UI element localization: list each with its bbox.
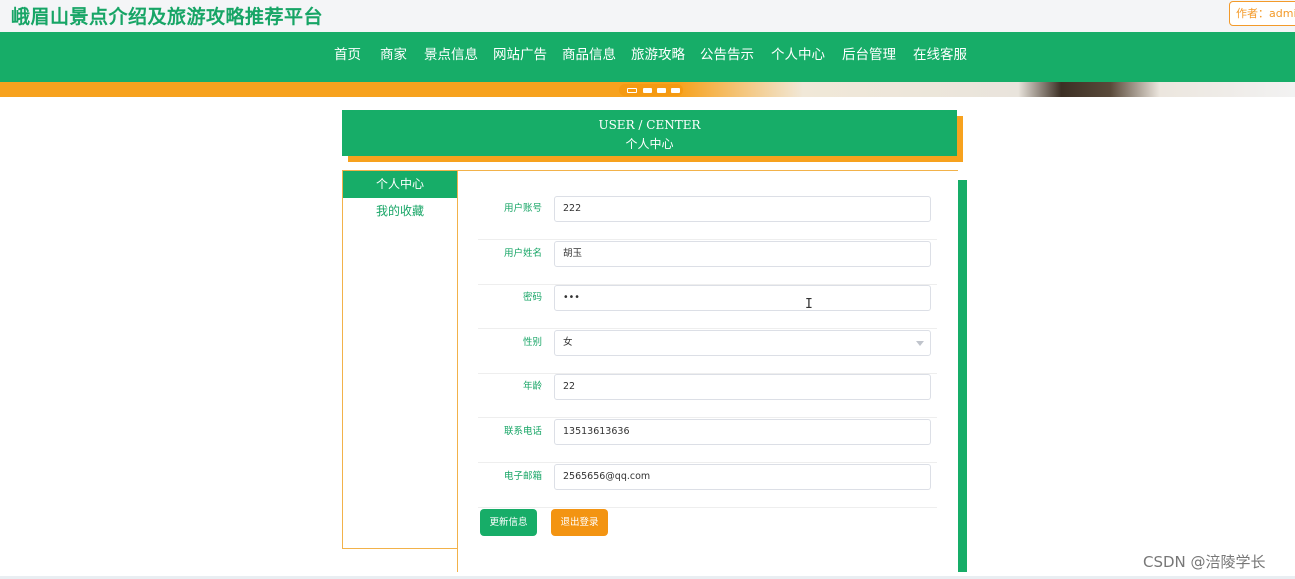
main-nav: 首页 商家 景点信息 网站广告 商品信息 旅游攻略 公告告示 个人中心 后台管理… <box>0 32 1295 82</box>
section-title-en: USER / CENTER <box>598 118 701 132</box>
logout-button[interactable]: 退出登录 <box>551 509 608 536</box>
nav-item-products[interactable]: 商品信息 <box>562 32 616 82</box>
email-label: 电子邮箱 <box>503 471 542 482</box>
nav-item-travel-guides[interactable]: 旅游攻略 <box>631 32 685 82</box>
password-label: 密码 <box>522 292 542 303</box>
phone-input[interactable]: 13513613636 <box>554 419 931 445</box>
section-header: USER / CENTER 个人中心 <box>342 110 957 156</box>
nav-item-admin[interactable]: 后台管理 <box>842 32 896 82</box>
section-title-cn: 个人中心 <box>625 137 674 151</box>
form-row-age: 年龄 22 <box>478 374 937 418</box>
age-label: 年龄 <box>522 381 542 392</box>
user-sidebar: 个人中心 我的收藏 <box>342 170 458 549</box>
phone-label: 联系电话 <box>503 426 542 437</box>
email-input[interactable]: 2565656@qq.com <box>554 464 931 490</box>
nav-item-ads[interactable]: 网站广告 <box>493 32 547 82</box>
carousel-dot[interactable] <box>657 88 666 93</box>
panel-accent <box>957 180 967 572</box>
nav-item-attractions[interactable]: 景点信息 <box>424 32 478 82</box>
nav-item-announcements[interactable]: 公告告示 <box>700 32 754 82</box>
nav-item-home[interactable]: 首页 <box>334 32 361 82</box>
carousel-dot[interactable] <box>627 88 637 93</box>
gender-select[interactable]: 女 <box>554 330 931 356</box>
nav-item-user-center[interactable]: 个人中心 <box>771 32 825 82</box>
name-label: 用户姓名 <box>503 248 542 259</box>
gender-label: 性别 <box>522 337 542 348</box>
sidebar-item-favorites[interactable]: 我的收藏 <box>343 198 457 225</box>
nav-item-customer-service[interactable]: 在线客服 <box>913 32 967 82</box>
nav-item-merchants[interactable]: 商家 <box>380 32 407 82</box>
sidebar-item-user-center[interactable]: 个人中心 <box>343 171 457 198</box>
update-info-button[interactable]: 更新信息 <box>480 509 537 536</box>
banner-image <box>680 82 1295 97</box>
account-label: 用户账号 <box>503 203 542 214</box>
chevron-down-icon[interactable] <box>916 341 924 346</box>
form-row-account: 用户账号 222 <box>478 196 937 240</box>
gender-select-value: 女 <box>563 337 573 348</box>
carousel-indicator <box>619 84 683 96</box>
form-row-gender: 性别 女 <box>478 330 937 374</box>
carousel-dot[interactable] <box>643 88 652 93</box>
age-input[interactable]: 22 <box>554 374 931 400</box>
top-bar: 峨眉山景点介绍及旅游攻略推荐平台 作者：admin <box>0 0 1295 32</box>
author-badge[interactable]: 作者：admin <box>1229 1 1295 26</box>
form-row-name: 用户姓名 胡玉 <box>478 241 937 285</box>
carousel-dot[interactable] <box>671 88 680 93</box>
password-input[interactable]: ••• <box>554 285 931 311</box>
form-row-password: 密码 ••• <box>478 285 937 329</box>
name-input[interactable]: 胡玉 <box>554 241 931 267</box>
form-row-phone: 联系电话 13513613636 <box>478 419 937 463</box>
site-title: 峨眉山景点介绍及旅游攻略推荐平台 <box>11 6 324 28</box>
watermark: CSDN @涪陵学长 <box>1143 553 1266 571</box>
account-input[interactable]: 222 <box>554 196 931 222</box>
form-row-email: 电子邮箱 2565656@qq.com <box>478 464 937 508</box>
text-cursor-icon: I <box>805 297 813 312</box>
